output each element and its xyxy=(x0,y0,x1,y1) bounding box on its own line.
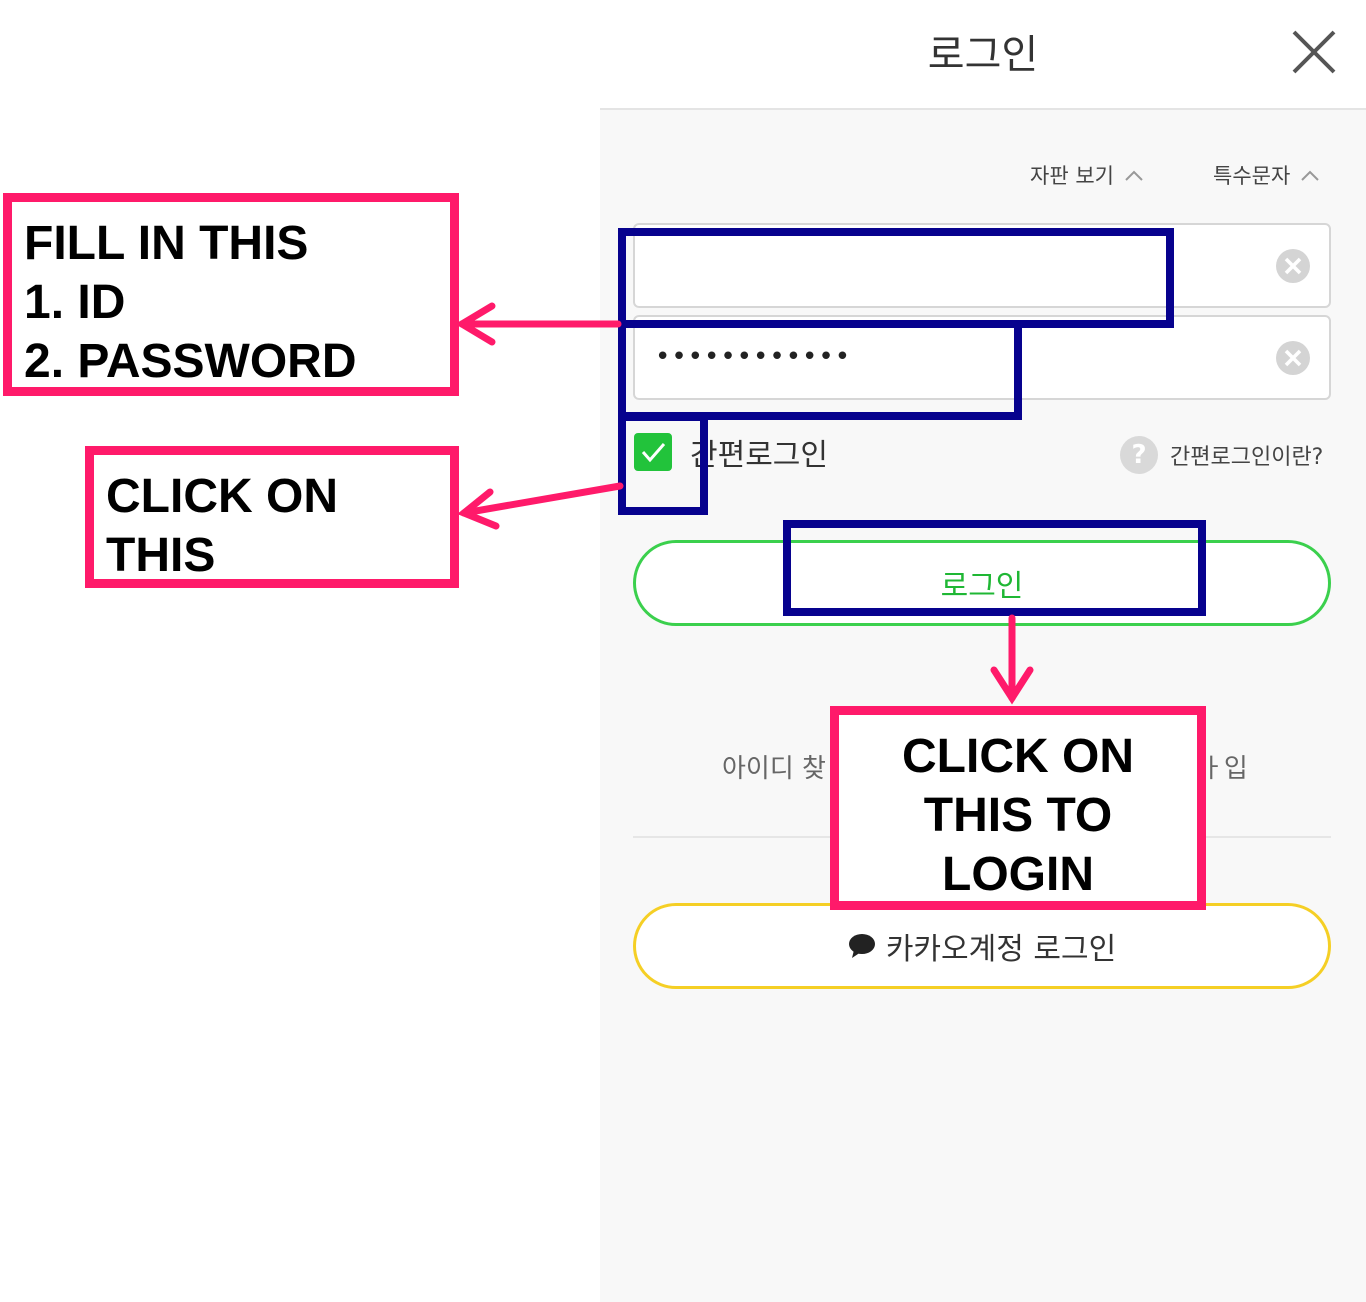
annotation-line: THIS xyxy=(106,529,216,582)
annotation-line: 1. ID xyxy=(24,276,126,329)
clear-password-icon[interactable] xyxy=(1275,340,1311,376)
kakao-login-button[interactable]: 카카오계정 로그인 xyxy=(633,903,1331,989)
question-icon: ? xyxy=(1120,436,1158,474)
keep-login-help[interactable]: ? 간편로그인이란? xyxy=(1120,436,1323,474)
arrowhead xyxy=(455,302,496,346)
annotation-click-checkbox: CLICK ON THIS xyxy=(85,446,459,588)
close-button[interactable] xyxy=(1288,26,1340,78)
annotation-line: THIS TO xyxy=(923,789,1113,842)
arrow-to-check-note xyxy=(460,482,624,517)
keypad-toggle-label: 자판 보기 xyxy=(1030,164,1114,188)
kakao-login-label: 카카오계정 로그인 xyxy=(885,932,1117,967)
annotation-line: FILL IN THIS xyxy=(24,217,309,270)
arrowhead xyxy=(457,488,500,530)
special-chars-toggle[interactable]: 특수문자 xyxy=(1213,160,1320,190)
find-id-link[interactable]: 아이디 찾 xyxy=(722,748,826,785)
chevron-up-icon xyxy=(1301,170,1319,181)
annotation-fill-in: FILL IN THIS 1. ID 2. PASSWORD xyxy=(3,193,459,396)
highlight-login-box xyxy=(783,520,1206,616)
chevron-up-icon xyxy=(1125,170,1143,181)
keep-login-help-text: 간편로그인이란? xyxy=(1170,445,1324,470)
keypad-toggle[interactable]: 자판 보기 xyxy=(1030,160,1144,190)
annotation-line: CLICK ON xyxy=(902,730,1134,783)
highlight-password-box xyxy=(618,320,1022,420)
close-icon xyxy=(1292,30,1336,74)
annotation-line: CLICK ON xyxy=(106,470,338,523)
page-title: 로그인 xyxy=(927,32,1039,78)
annotation-line: LOGIN xyxy=(942,848,1094,901)
clear-id-icon[interactable] xyxy=(1275,248,1311,284)
highlight-checkbox-box xyxy=(618,413,708,515)
annotation-click-login: CLICK ON THIS TO LOGIN xyxy=(830,706,1206,910)
highlight-id-box xyxy=(618,228,1174,328)
speech-bubble-icon xyxy=(848,934,875,958)
signup-link[interactable]: ㅏ입 xyxy=(1200,748,1248,785)
annotation-line: 2. PASSWORD xyxy=(24,335,357,388)
special-chars-label: 특수문자 xyxy=(1213,164,1291,188)
keep-login-label: 간편로그인 xyxy=(690,438,828,473)
